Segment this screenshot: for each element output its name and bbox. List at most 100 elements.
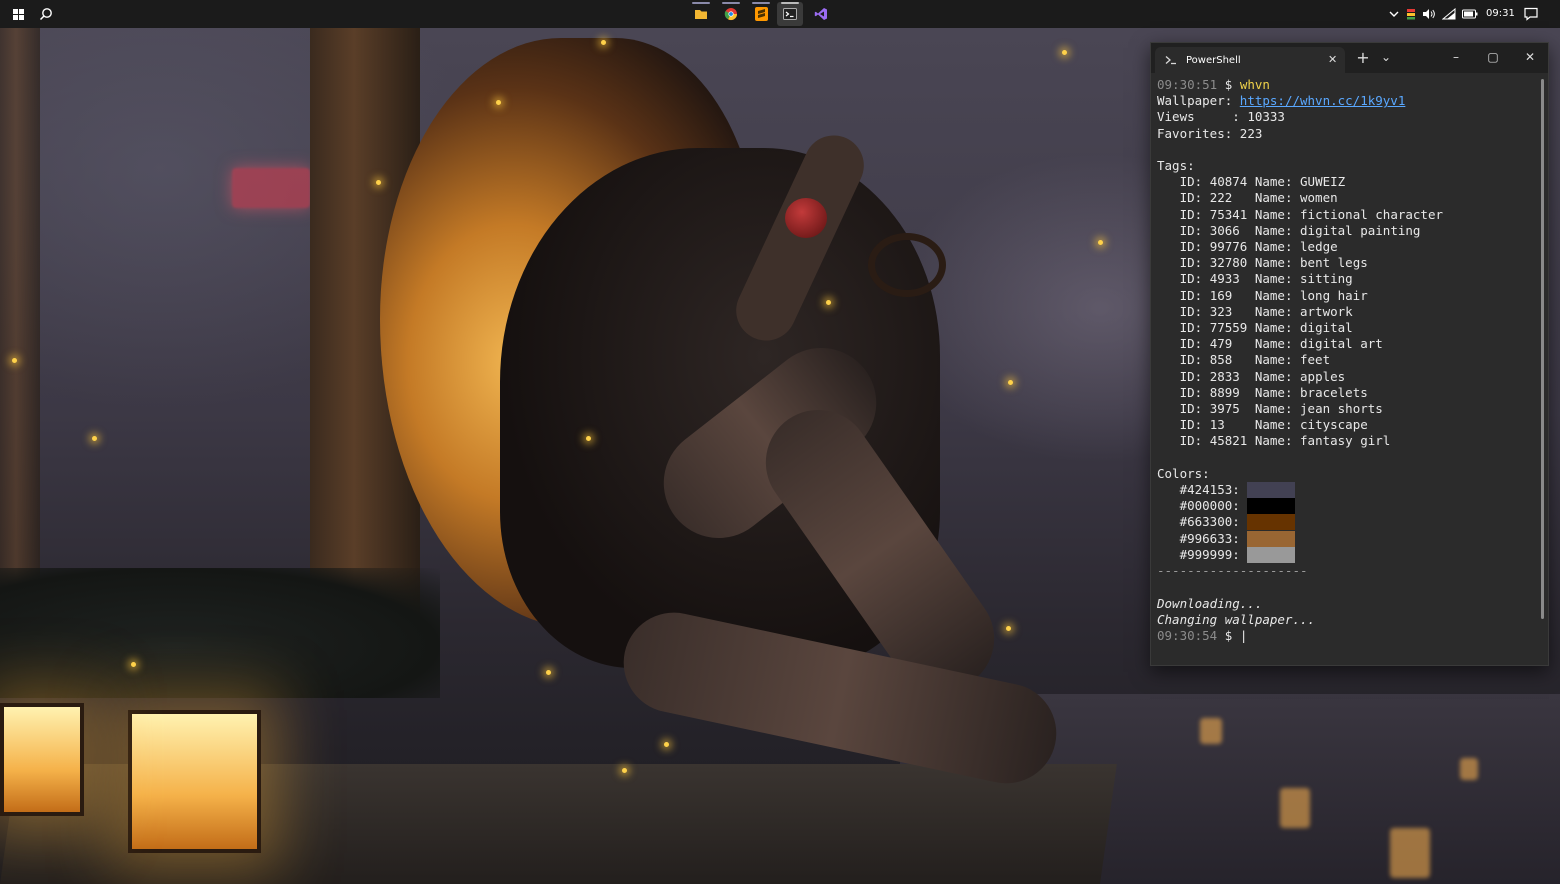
tag-name: cityscape (1300, 417, 1368, 433)
tag-row: ID: 3975 Name: jean shorts (1157, 401, 1383, 417)
tag-name: GUWEIZ (1300, 174, 1346, 190)
firefly (664, 742, 669, 747)
terminal-titlebar[interactable]: PowerShell ✕ + ⌄ – ▢ ✕ (1151, 43, 1548, 73)
tag-row: ID: 3066 Name: digital painting (1157, 222, 1421, 238)
color-row: #424153: (1157, 482, 1537, 499)
bokeh-light (1460, 758, 1478, 780)
views-value: 10333 (1247, 109, 1285, 125)
color-code: #996633 (1179, 530, 1233, 546)
taskbar-app-terminal[interactable] (777, 2, 803, 26)
minimize-button[interactable]: – (1444, 47, 1468, 67)
taskbar-app-sublime-text[interactable] (748, 2, 774, 26)
tag-row: ID: 75341 Name: fictional character (1157, 206, 1444, 222)
taskbar-app-file-explorer[interactable] (688, 2, 714, 26)
tag-name: ledge (1300, 239, 1338, 255)
tag-id: 99776 (1209, 239, 1248, 255)
powershell-icon (1165, 56, 1176, 65)
tag-id: 75341 (1209, 206, 1248, 222)
chevron-up-icon[interactable] (1388, 8, 1400, 20)
terminal-output[interactable]: 09:30:51 $ whvn Wallpaper: https://whvn.c… (1157, 77, 1537, 661)
tab-dropdown-button[interactable]: ⌄ (1374, 47, 1398, 67)
sublime-icon (754, 7, 768, 21)
favorites-line: Favorites: 223 (1157, 126, 1537, 142)
prompt-line: 09:30:51 $ whvn (1157, 77, 1537, 93)
tag-row: ID: 40874 Name: GUWEIZ (1157, 174, 1346, 190)
search-button[interactable] (33, 2, 59, 26)
tab-powershell[interactable]: PowerShell ✕ (1155, 47, 1345, 73)
firefly (376, 180, 381, 185)
tag-row: ID: 13 Name: cityscape (1157, 417, 1368, 433)
terminal-window[interactable]: PowerShell ✕ + ⌄ – ▢ ✕ 09:30:51 $ whvn Wa… (1150, 42, 1549, 666)
firefly (586, 436, 591, 441)
tab-title: PowerShell (1186, 55, 1241, 66)
tags-header: Tags: (1157, 158, 1195, 174)
tag-name: long hair (1300, 287, 1368, 303)
wallpaper-link[interactable]: https://whvn.cc/1k9yv1 (1240, 93, 1406, 108)
color-code: #424153 (1179, 482, 1233, 498)
firefly (826, 300, 831, 305)
tag-id: 77559 (1209, 320, 1248, 336)
wallpaper-line: Wallpaper: https://whvn.cc/1k9yv1 (1157, 93, 1537, 109)
tag-id: 32780 (1209, 255, 1248, 271)
color-code: #663300 (1179, 514, 1233, 530)
tag-row: ID: 222 Name: women (1157, 190, 1338, 206)
tag-row: ID: 77559 Name: digital (1157, 320, 1353, 336)
battery-icon[interactable] (1462, 9, 1478, 19)
plants (0, 568, 440, 698)
tag-row: ID: 99776 Name: ledge (1157, 239, 1338, 255)
tag-row: ID: 2833 Name: apples (1157, 368, 1346, 384)
prompt-symbol: $ (1224, 627, 1233, 643)
tag-name: sitting (1300, 271, 1353, 287)
views-line: Views : 10333 (1157, 109, 1537, 125)
visual-studio-icon (814, 8, 827, 20)
taskbar-app-visual-studio[interactable] (808, 2, 834, 26)
tag-id: 13 (1209, 417, 1225, 433)
lantern (0, 703, 84, 816)
text-cursor: | (1239, 627, 1248, 643)
firefly (546, 670, 551, 675)
tag-list: ID: 40874 Name: GUWEIZ ID: 222 Name: wom… (1157, 174, 1537, 449)
bracelets (868, 233, 946, 297)
favorites-label: Favorites: (1157, 125, 1233, 141)
tag-id: 8899 (1209, 384, 1240, 400)
firefly (601, 40, 606, 45)
color-list: #424153: #000000: #663300: #996633: #999… (1157, 482, 1537, 563)
command-text: whvn (1239, 77, 1270, 92)
tag-name: digital art (1300, 336, 1383, 352)
tag-id: 222 (1209, 190, 1233, 206)
chrome-icon (724, 8, 737, 21)
volume-icon[interactable] (1422, 8, 1436, 20)
prompt-timestamp: 09:30:54 (1157, 627, 1218, 643)
start-button[interactable] (5, 2, 31, 26)
tag-id: 45821 (1209, 433, 1248, 449)
close-button[interactable]: ✕ (1518, 47, 1542, 67)
new-tab-button[interactable]: + (1351, 47, 1375, 67)
taskbar-clock[interactable]: 09:31 (1486, 8, 1515, 19)
windows-logo-icon (12, 8, 24, 20)
firefly (496, 100, 501, 105)
lantern (128, 710, 261, 853)
bar-icon[interactable] (1406, 8, 1416, 20)
terminal-scrollbar[interactable] (1541, 79, 1544, 619)
tab-close-button[interactable]: ✕ (1328, 53, 1337, 66)
tag-name: fantasy girl (1300, 433, 1391, 449)
apple (785, 198, 827, 238)
firefly (622, 768, 627, 773)
taskbar-app-chrome[interactable] (718, 2, 744, 26)
maximize-button[interactable]: ▢ (1481, 47, 1505, 67)
wifi-icon[interactable] (1442, 8, 1456, 20)
tag-name: digital painting (1300, 222, 1421, 238)
tag-name: fictional character (1300, 206, 1444, 222)
status-changing: Changing wallpaper... (1157, 611, 1316, 627)
tag-name: feet (1300, 352, 1331, 368)
color-swatch (1247, 530, 1296, 547)
status-downloading: Downloading... (1157, 595, 1263, 611)
tag-id: 3975 (1209, 401, 1240, 417)
bokeh-light (1200, 718, 1222, 744)
color-row: #999999: (1157, 546, 1537, 563)
search-icon (39, 8, 52, 21)
tag-row: ID: 858 Name: feet (1157, 352, 1331, 368)
notification-button[interactable] (1518, 2, 1544, 26)
